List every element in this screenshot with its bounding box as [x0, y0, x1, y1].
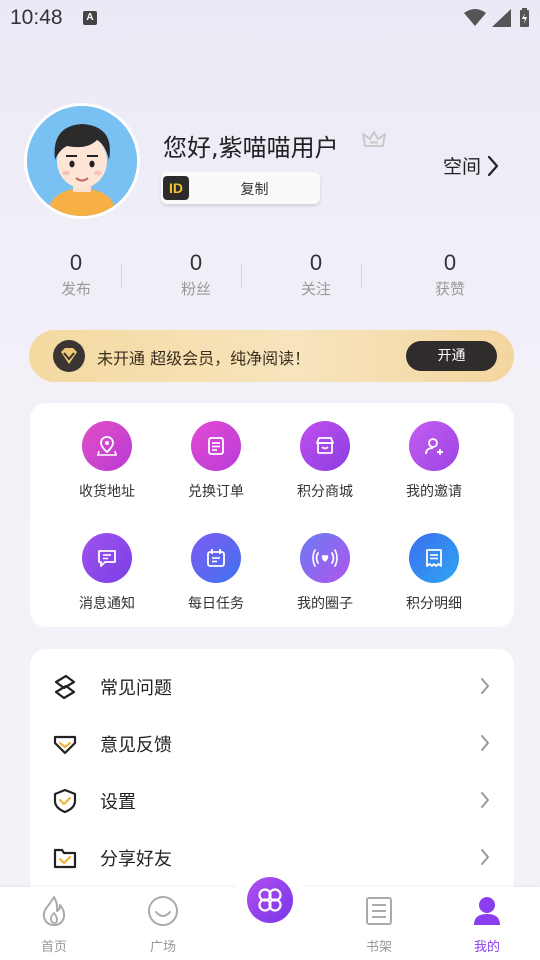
grid-label: 我的邀请 [406, 484, 462, 500]
menu-item-feedback[interactable]: 意见反馈 [30, 715, 514, 772]
clover-icon [258, 888, 282, 912]
stat-label: 发布 [60, 280, 91, 298]
stat-following[interactable]: 0 关注 [271, 250, 361, 299]
message-icon [82, 533, 132, 583]
tab-label: 书架 [365, 940, 392, 955]
avatar[interactable] [24, 103, 140, 219]
grid-item-address[interactable]: 收货地址 [52, 421, 162, 501]
tab-square[interactable]: 广场 [118, 887, 208, 960]
chevron-right-icon [481, 849, 489, 865]
copy-id-button[interactable]: ID 复制 [161, 172, 320, 204]
stat-divider [241, 264, 242, 288]
calendar-icon [191, 533, 241, 583]
stats-row: 0 发布 0 粉丝 0 关注 0 获赞 [0, 250, 540, 306]
chevron-right-icon [487, 155, 499, 176]
order-icon [191, 421, 241, 471]
vip-open-button[interactable]: 开通 [406, 341, 497, 371]
grid-item-orders[interactable]: 兑换订单 [161, 421, 271, 501]
menu-item-faq[interactable]: 常见问题 [30, 658, 514, 715]
smile-icon [148, 896, 178, 926]
tab-label: 首页 [40, 940, 67, 955]
flame-icon [42, 896, 66, 926]
avatar-boy-icon [27, 106, 137, 216]
grid-item-store[interactable]: 积分商城 [270, 421, 380, 501]
grid-label: 兑换订单 [188, 484, 244, 500]
stat-fans[interactable]: 0 粉丝 [151, 250, 241, 299]
feature-grid: 收货地址 兑换订单 积分商城 我的邀请 消息通知 每日任务 我的圈子 积分明细 [30, 403, 514, 627]
wifi-icon [464, 9, 486, 26]
tab-label: 我的 [473, 940, 500, 955]
signal-icon [492, 9, 511, 27]
battery-icon [520, 8, 529, 27]
tab-label: 广场 [149, 940, 176, 955]
stat-divider [121, 264, 122, 288]
stat-value: 0 [69, 250, 83, 275]
grid-item-messages[interactable]: 消息通知 [52, 533, 162, 613]
notification-badge: A [83, 11, 97, 25]
circle-icon [300, 533, 350, 583]
status-bar: 10:48 A [0, 0, 540, 36]
share-folder-icon [53, 848, 77, 869]
stat-value: 0 [443, 250, 457, 275]
menu-label: 意见反馈 [100, 735, 172, 756]
stat-label: 关注 [300, 280, 331, 298]
grid-item-circles[interactable]: 我的圈子 [270, 533, 380, 613]
invite-icon [409, 421, 459, 471]
vip-banner[interactable]: 未开通 超级会员，纯净阅读！ 开通 [29, 330, 514, 382]
vip-text: 未开通 超级会员，纯净阅读！ [97, 349, 311, 368]
grid-item-invite[interactable]: 我的邀请 [379, 421, 489, 501]
stat-likes[interactable]: 0 获赞 [405, 250, 495, 299]
tab-mine[interactable]: 我的 [442, 887, 532, 960]
grid-label: 收货地址 [79, 484, 135, 500]
vip-diamond-icon [53, 340, 85, 372]
space-label: 空间 [443, 156, 482, 178]
menu-item-settings[interactable]: 设置 [30, 772, 514, 829]
tab-bookshelf[interactable]: 书架 [334, 887, 424, 960]
grid-label: 积分商城 [297, 484, 353, 500]
center-fab-button[interactable] [247, 877, 293, 923]
status-time: 10:48 [10, 6, 63, 29]
space-link[interactable]: 空间 [443, 152, 499, 179]
crown-icon [362, 131, 386, 147]
tab-home[interactable]: 首页 [9, 887, 99, 960]
grid-item-daily-tasks[interactable]: 每日任务 [161, 533, 271, 613]
status-icons [464, 8, 530, 28]
store-icon [300, 421, 350, 471]
book-icon [366, 897, 392, 925]
menu-label: 分享好友 [100, 849, 172, 870]
location-icon [82, 421, 132, 471]
menu-label: 设置 [100, 792, 136, 813]
stat-label: 获赞 [434, 280, 465, 298]
chevron-right-icon [481, 678, 489, 694]
stat-value: 0 [309, 250, 323, 275]
chevron-right-icon [481, 792, 489, 808]
chevron-right-icon [481, 735, 489, 751]
grid-item-points-detail[interactable]: 积分明细 [379, 533, 489, 613]
user-icon [474, 897, 500, 925]
stat-divider [361, 264, 362, 288]
menu-label: 常见问题 [100, 678, 172, 699]
grid-label: 积分明细 [406, 596, 462, 612]
faq-icon [54, 674, 76, 700]
stat-posts[interactable]: 0 发布 [31, 250, 121, 299]
grid-label: 每日任务 [188, 596, 244, 612]
receipt-icon [409, 533, 459, 583]
stat-label: 粉丝 [180, 280, 211, 298]
grid-label: 消息通知 [79, 596, 135, 612]
copy-label: 复制 [240, 182, 269, 198]
settings-shield-icon [53, 788, 77, 814]
grid-label: 我的圈子 [297, 596, 353, 612]
stat-value: 0 [189, 250, 203, 275]
feedback-icon [53, 735, 77, 755]
greeting-text: 您好,紫喵喵用户 [163, 134, 339, 162]
